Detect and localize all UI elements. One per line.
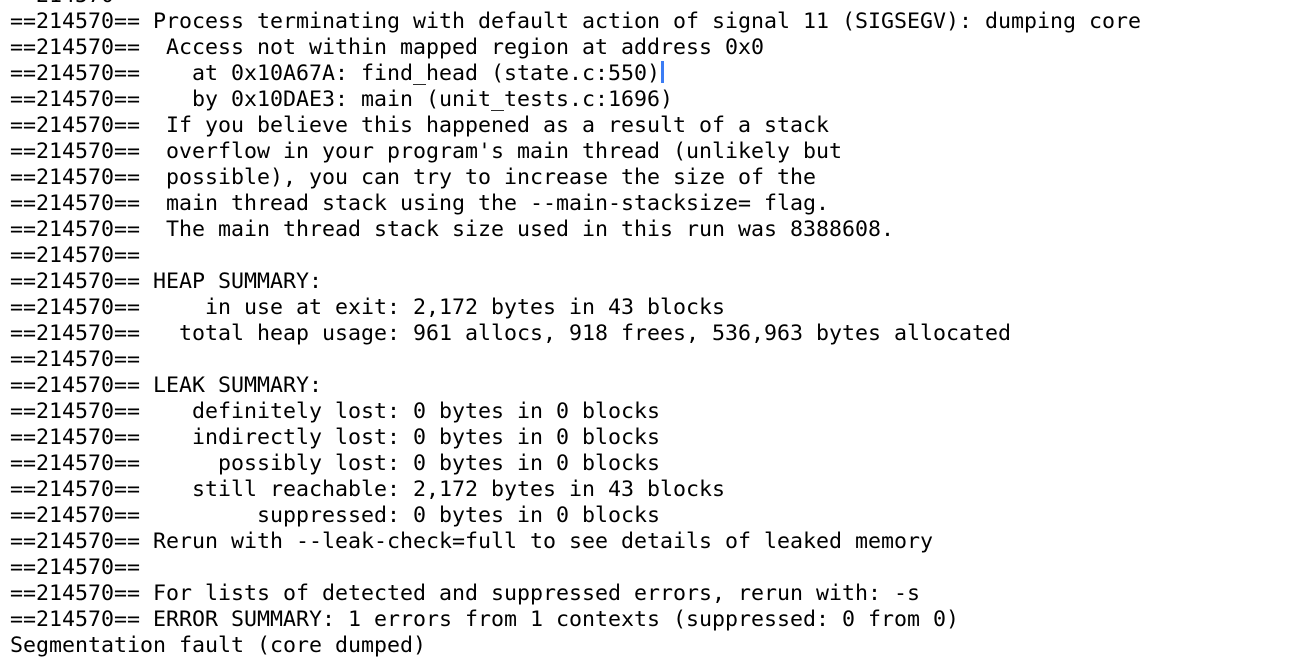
terminal-output[interactable]: ==214570== ==214570== Process terminatin…: [10, 0, 1292, 659]
terminal-line: ==214570== by 0x10DAE3: main (unit_tests…: [10, 87, 674, 112]
terminal-line: ==214570== The main thread stack size us…: [10, 217, 895, 242]
terminal-line: ==214570== main thread stack using the -…: [10, 191, 830, 216]
terminal-line: ==214570== definitely lost: 0 bytes in 0…: [10, 399, 661, 424]
terminal-line: ==214570==: [10, 555, 141, 580]
terminal-line: ==214570== possible), you can try to inc…: [10, 165, 817, 190]
terminal-line: ==214570== total heap usage: 961 allocs,…: [10, 321, 1012, 346]
text-cursor: [661, 61, 665, 83]
terminal-line: ==214570== ERROR SUMMARY: 1 errors from …: [10, 607, 960, 632]
terminal-line: ==214570== HEAP SUMMARY:: [10, 269, 323, 294]
terminal-line: ==214570== For lists of detected and sup…: [10, 581, 921, 606]
terminal-line: ==214570== suppressed: 0 bytes in 0 bloc…: [10, 503, 661, 528]
terminal-line-text: ==214570== at 0x10A67A: find_head (state…: [10, 61, 661, 86]
terminal-line: ==214570== If you believe this happened …: [10, 113, 830, 138]
terminal-line: Segmentation fault (core dumped): [10, 633, 427, 658]
terminal-line: ==214570== LEAK SUMMARY:: [10, 373, 323, 398]
terminal-line: ==214570== possibly lost: 0 bytes in 0 b…: [10, 451, 661, 476]
terminal-line: ==214570==: [10, 347, 141, 372]
terminal-line: ==214570== Process terminating with defa…: [10, 9, 1142, 34]
terminal-line-with-cursor: ==214570== at 0x10A67A: find_head (state…: [10, 61, 1292, 87]
terminal-line: ==214570== Rerun with --leak-check=full …: [10, 529, 934, 554]
terminal-line: ==214570==: [10, 0, 1292, 9]
terminal-line: ==214570== in use at exit: 2,172 bytes i…: [10, 295, 726, 320]
terminal-line: ==214570== overflow in your program's ma…: [10, 139, 843, 164]
terminal-line: ==214570== still reachable: 2,172 bytes …: [10, 477, 726, 502]
terminal-line: ==214570== indirectly lost: 0 bytes in 0…: [10, 425, 661, 450]
terminal-line: ==214570== Access not within mapped regi…: [10, 35, 765, 60]
terminal-line: ==214570==: [10, 243, 141, 268]
